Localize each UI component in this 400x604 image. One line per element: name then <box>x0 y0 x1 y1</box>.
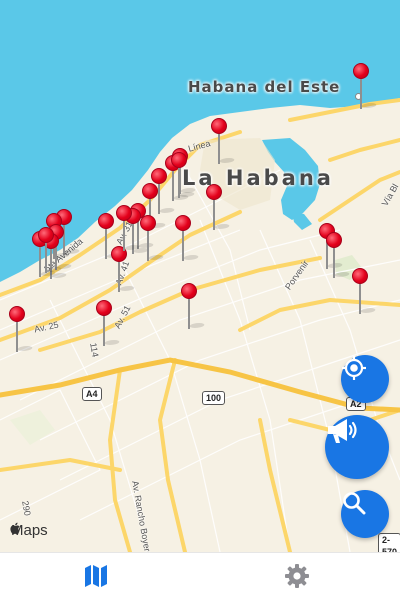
search-button[interactable] <box>341 490 389 538</box>
map-pin[interactable] <box>181 283 207 329</box>
label-habana-del-este: Habana del Este <box>188 78 341 96</box>
map-view[interactable]: Habana del Este La Habana Línea 5ta Aven… <box>0 0 400 552</box>
map-pin[interactable] <box>38 227 64 273</box>
map-pin[interactable] <box>140 215 166 261</box>
tab-settings[interactable] <box>282 563 312 593</box>
map-pin[interactable] <box>116 205 142 251</box>
map-pin[interactable] <box>9 306 35 352</box>
tab-map[interactable] <box>81 563 111 593</box>
map-pin[interactable] <box>171 152 197 198</box>
tab-bar <box>0 552 400 604</box>
locate-button[interactable] <box>341 355 389 403</box>
map-pin[interactable] <box>96 300 122 346</box>
announce-button[interactable] <box>325 415 389 479</box>
shield-2-570: 2-570 <box>378 533 400 552</box>
shield-100: 100 <box>202 391 226 405</box>
maps-attribution: Maps <box>10 522 48 539</box>
map-pin[interactable] <box>326 232 352 278</box>
map-pin[interactable] <box>352 268 378 314</box>
map-pin[interactable] <box>206 184 232 230</box>
label-la-habana: La Habana <box>182 166 334 190</box>
map-pin[interactable] <box>111 246 137 292</box>
map-pin[interactable] <box>175 215 201 261</box>
gear-icon <box>284 563 310 594</box>
map-icon <box>83 564 109 593</box>
shield-a4: A4 <box>82 387 102 401</box>
map-pin[interactable] <box>353 63 379 109</box>
map-pin[interactable] <box>211 118 237 164</box>
